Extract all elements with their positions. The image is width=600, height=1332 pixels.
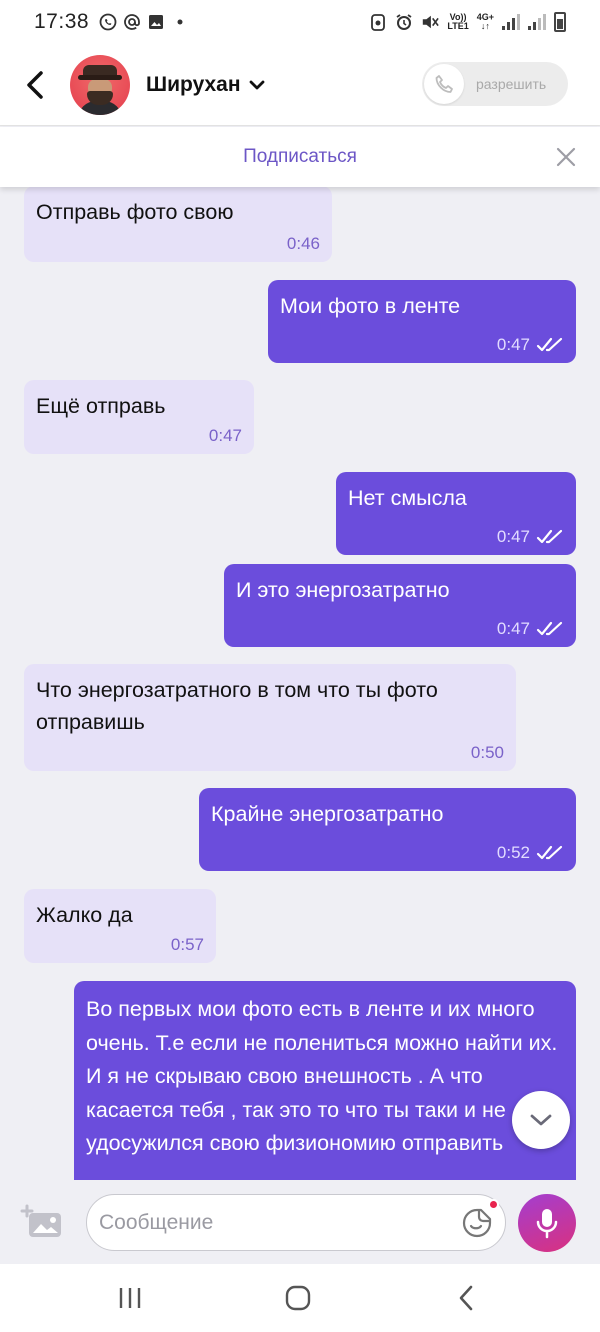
double-check-icon	[536, 845, 563, 860]
whatsapp-icon	[99, 13, 117, 31]
double-check-icon	[536, 621, 563, 636]
message-time: 0:47	[496, 527, 530, 546]
chat-header: Ширухан разрешить	[0, 44, 600, 126]
home-icon	[285, 1285, 311, 1311]
message-text: И это энергозатратно	[236, 578, 450, 602]
subscribe-button[interactable]: Подписаться	[243, 146, 357, 168]
network-type-label: 4G+ ↓↑	[476, 12, 494, 31]
message-time: 0:52	[496, 843, 530, 862]
message-outgoing[interactable]: И это энергозатратно 0:47	[224, 564, 576, 647]
message-text: Мои фото в ленте	[280, 294, 461, 318]
message-composer	[0, 1180, 600, 1264]
back-icon	[459, 1285, 473, 1311]
gallery-icon[interactable]	[20, 1203, 64, 1241]
at-sign-icon	[123, 13, 141, 31]
message-time: 0:50	[470, 743, 504, 762]
allow-calls-toggle[interactable]: разрешить	[422, 62, 568, 106]
system-navigation-bar	[0, 1264, 600, 1332]
recycle-icon	[369, 13, 387, 31]
message-input[interactable]	[99, 1203, 449, 1243]
battery-icon	[554, 12, 566, 32]
signal-strength-icon	[502, 14, 520, 30]
message-list[interactable]: Отправь фото свою 0:46 Мои фото в ленте …	[0, 187, 600, 1180]
alarm-icon	[395, 13, 413, 31]
home-button[interactable]	[278, 1282, 318, 1314]
image-icon	[147, 13, 165, 31]
message-text: Жалко да	[36, 903, 133, 927]
volte-label: Vo)) LTE1	[447, 13, 468, 31]
message-text: Что энергозатратного в том что ты фото о…	[36, 678, 438, 734]
signal-strength-2-icon	[528, 14, 546, 30]
sticker-icon[interactable]	[461, 1207, 493, 1239]
chevron-down-icon	[530, 1114, 552, 1126]
status-bar: 17:38 Vo)) LTE1 4G+ ↓↑	[0, 0, 600, 44]
message-input-wrapper	[86, 1194, 506, 1251]
message-text: Ещё отправь	[36, 394, 166, 418]
chevron-down-icon	[249, 80, 264, 89]
dot-icon	[171, 13, 189, 31]
message-outgoing[interactable]: Мои фото в ленте 0:47	[268, 280, 576, 363]
nav-back-button[interactable]	[446, 1282, 486, 1314]
message-text: Отправь фото свою	[36, 200, 234, 224]
double-check-icon	[536, 337, 563, 352]
message-text: Крайне энергозатратно	[211, 802, 444, 826]
contact-name: Ширухан	[146, 72, 241, 96]
message-time: 0:57	[170, 935, 204, 954]
subscribe-banner: Подписаться	[0, 127, 600, 187]
status-time: 17:38	[34, 10, 90, 33]
message-incoming[interactable]: Что энергозатратного в том что ты фото о…	[24, 664, 516, 771]
notification-dot	[488, 1199, 499, 1210]
message-time: 0:47	[496, 619, 530, 638]
message-outgoing[interactable]: Нет смысла 0:47	[336, 472, 576, 555]
mute-icon	[421, 13, 440, 31]
phone-icon	[424, 64, 464, 104]
recent-apps-button[interactable]	[110, 1282, 150, 1314]
message-incoming[interactable]: Жалко да 0:57	[24, 889, 216, 963]
message-incoming[interactable]: Ещё отправь 0:47	[24, 380, 254, 454]
contact-name-dropdown[interactable]: Ширухан	[146, 73, 265, 97]
lte-text: LTE1	[447, 21, 469, 31]
scroll-to-bottom-button[interactable]	[512, 1091, 570, 1149]
message-text: Нет смысла	[348, 486, 467, 510]
voice-message-button[interactable]	[518, 1194, 576, 1252]
message-time: 0:47	[496, 335, 530, 354]
message-incoming[interactable]: Отправь фото свою 0:46	[24, 187, 332, 262]
message-outgoing[interactable]: Во первых мои фото есть в ленте и их мно…	[74, 981, 576, 1180]
message-text: Во первых мои фото есть в ленте и их мно…	[86, 997, 558, 1155]
close-icon[interactable]	[554, 145, 578, 169]
recent-apps-icon	[119, 1288, 141, 1308]
network-type-text: 4G+	[476, 12, 494, 22]
status-system-icons: Vo)) LTE1 4G+ ↓↑	[369, 12, 566, 32]
microphone-icon	[536, 1209, 558, 1239]
double-check-icon	[536, 529, 563, 544]
message-outgoing[interactable]: Крайне энергозатратно 0:52	[199, 788, 576, 871]
status-notification-icons	[99, 13, 189, 31]
allow-calls-label: разрешить	[476, 76, 547, 92]
contact-avatar[interactable]	[70, 54, 130, 115]
message-time: 0:47	[208, 426, 242, 445]
message-time: 0:46	[286, 234, 320, 253]
chevron-left-icon	[27, 70, 43, 99]
back-button[interactable]	[0, 44, 70, 126]
